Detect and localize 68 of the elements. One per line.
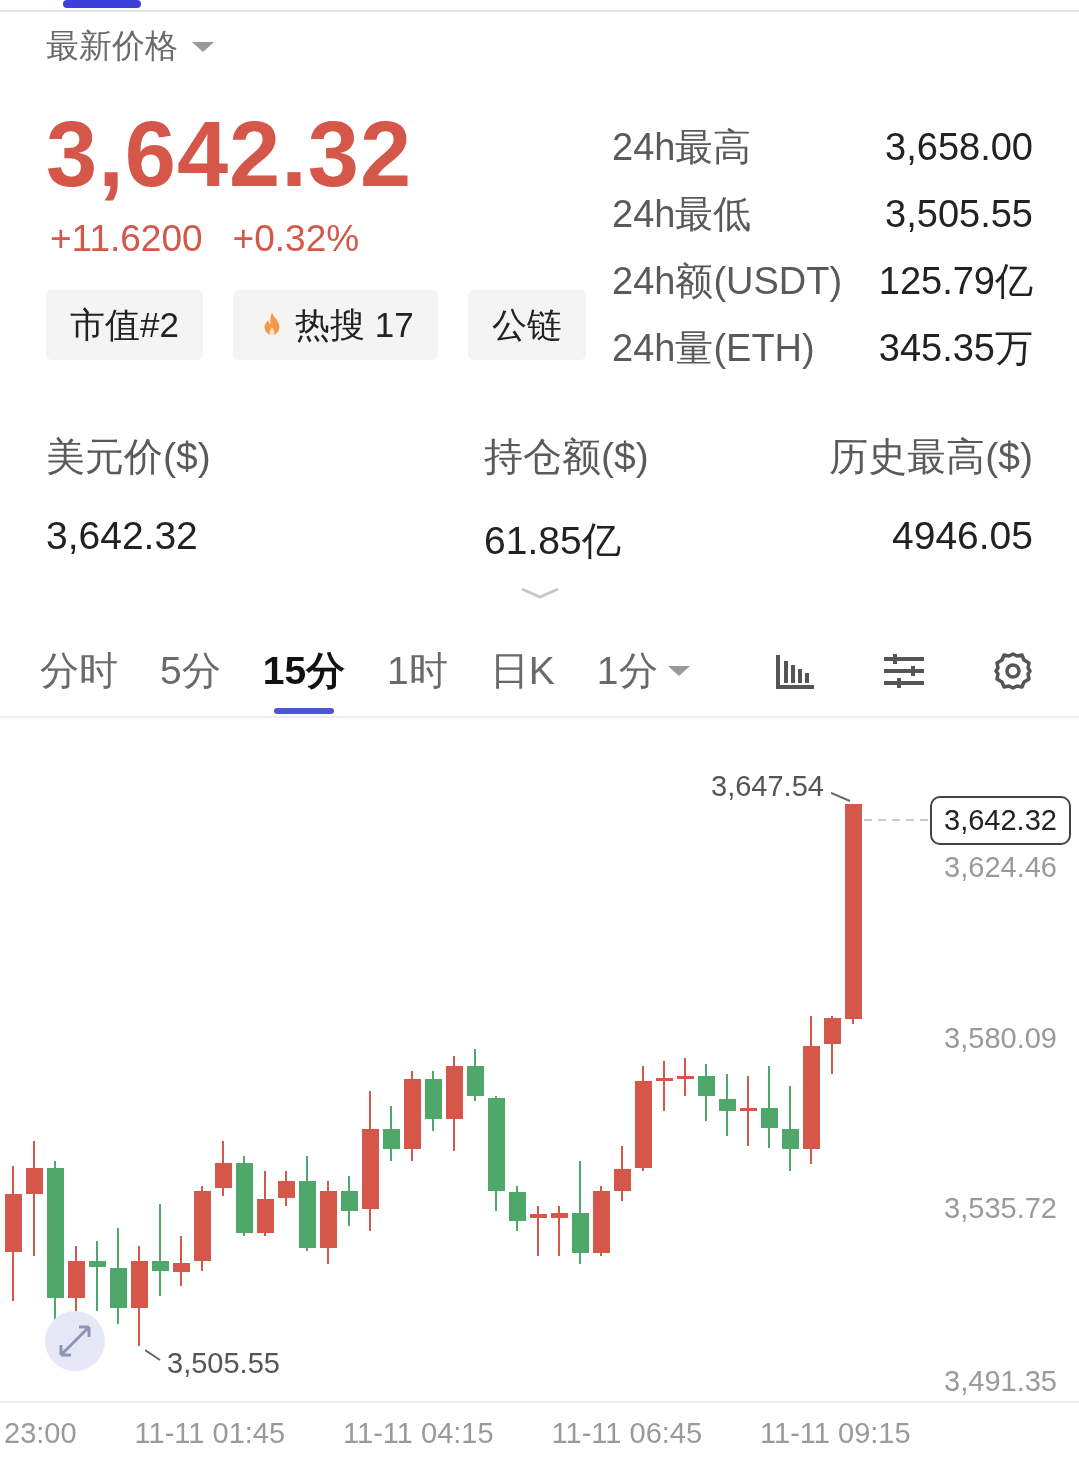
metric-label: 历史最高($) [829, 434, 1033, 480]
metric-value: 3,642.32 [46, 514, 199, 558]
candle [173, 1235, 190, 1287]
stat-label: 24h最低 [612, 192, 752, 237]
x-axis-label: 11-11 01:45 [134, 1416, 286, 1450]
candle [677, 1057, 694, 1097]
candle [341, 1175, 358, 1227]
tag-chip[interactable]: 市值#2 [46, 290, 203, 360]
price-type-dropdown[interactable]: 最新价格 [46, 24, 214, 69]
candle [425, 1070, 442, 1132]
interval-tab[interactable]: 分时 [40, 626, 118, 716]
stat-value: 345.35万 [878, 326, 1033, 371]
tag-chip[interactable]: 公链 [467, 290, 586, 360]
candle [509, 1185, 526, 1232]
metric-value: 61.85亿 [484, 518, 622, 564]
stat-value: 125.79亿 [878, 259, 1033, 304]
candle [257, 1170, 274, 1237]
stat-label: 24h最高 [612, 125, 752, 170]
x-axis-label: 11-11 04:15 [343, 1416, 494, 1450]
candle [530, 1205, 547, 1257]
leader-line [145, 1349, 161, 1361]
candle [215, 1140, 232, 1197]
price-line [864, 819, 930, 821]
interval-tab[interactable]: 1分 [596, 626, 690, 716]
price-change-percent: +0.32% [232, 218, 360, 260]
interval-tab[interactable]: 1时 [387, 626, 448, 716]
y-axis-label: 3,535.72 [944, 1192, 1057, 1225]
candle [89, 1240, 106, 1312]
candle [719, 1073, 736, 1137]
candle [593, 1185, 610, 1257]
tag-chip[interactable]: 热搜 17 [232, 290, 438, 360]
candle [467, 1048, 484, 1102]
candle [824, 1015, 841, 1075]
stat-value: 3,658.00 [885, 126, 1033, 169]
price-change: +11.6200 [50, 218, 203, 260]
stat-value: 3,505.55 [885, 193, 1033, 236]
y-axis-label: 3,580.09 [944, 1022, 1057, 1055]
last-price: 3,642.32 [46, 104, 414, 204]
interval-tab[interactable]: 日K [489, 626, 555, 716]
candle [614, 1145, 631, 1202]
high-price-label: 3,647.54 [711, 770, 824, 803]
candle [551, 1205, 568, 1257]
settings-icon[interactable] [993, 651, 1033, 691]
stat-label: 24h量(ETH) [612, 326, 815, 371]
x-axis-label: 11-11 06:45 [551, 1416, 703, 1450]
interval-tab[interactable]: 5分 [160, 626, 221, 716]
y-axis-label: 3,491.35 [944, 1365, 1057, 1398]
metric-label: 持仓额($) [484, 434, 650, 480]
stat-label: 24h额(USDT) [612, 259, 843, 304]
low-price-label: 3,505.55 [167, 1347, 280, 1380]
x-axis-label: 11-11 09:15 [760, 1416, 911, 1450]
interval-tab[interactable]: 15分 [262, 626, 346, 716]
candle [656, 1060, 673, 1112]
x-axis-label: 23:00 [4, 1416, 77, 1450]
caret-icon [667, 666, 690, 676]
metric-value: 4946.05 [892, 514, 1033, 558]
bar-chart-icon[interactable] [775, 653, 815, 689]
leader-line [831, 792, 851, 802]
metric-label: 美元价($) [46, 434, 212, 480]
current-price-tag: 3,642.32 [930, 796, 1071, 845]
sliders-icon[interactable] [883, 653, 925, 689]
candle [278, 1170, 295, 1207]
candle [383, 1105, 400, 1162]
y-axis-label: 3,624.46 [944, 851, 1057, 884]
expand-arrows-icon [57, 1323, 93, 1359]
caret-icon [192, 41, 214, 52]
candle [698, 1063, 715, 1122]
candle [740, 1075, 757, 1147]
